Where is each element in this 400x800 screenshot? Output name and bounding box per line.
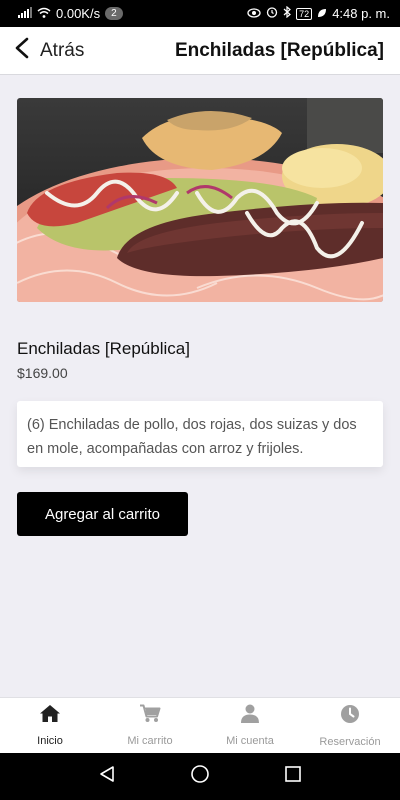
battery-indicator: 72 (296, 7, 313, 20)
status-left: 0.00K/s 2 (18, 6, 123, 21)
back-button[interactable]: Atrás (14, 37, 84, 64)
circle-home-icon (190, 764, 210, 789)
product-description: (6) Enchiladas de pollo, dos rojas, dos … (27, 417, 357, 457)
square-recents-icon (284, 765, 302, 788)
page-title: Enchiladas [República] (174, 39, 384, 61)
bluetooth-icon (283, 5, 292, 21)
nav-item-mi-carrito[interactable]: Mi carrito (100, 698, 200, 753)
triangle-back-icon (98, 765, 116, 788)
clock-time: 4:48 p. m. (332, 6, 390, 21)
chevron-left-icon (14, 37, 30, 64)
system-back-button[interactable] (87, 757, 127, 797)
system-nav-bar (0, 753, 400, 800)
signal-icon (18, 6, 32, 21)
status-right: 72 4:48 p. m. (247, 5, 390, 21)
alarm-icon (266, 6, 278, 21)
back-label: Atrás (40, 39, 85, 61)
wifi-icon (37, 6, 51, 21)
cart-icon (139, 704, 161, 728)
system-home-button[interactable] (180, 757, 220, 797)
nav-label-mi-carrito: Mi carrito (127, 735, 173, 747)
home-icon (39, 704, 61, 728)
nav-label-reservacion: Reservación (319, 735, 381, 748)
net-speed: 0.00K/s (56, 6, 101, 21)
product-image (17, 98, 383, 302)
clock-icon (340, 704, 360, 729)
nav-item-reservacion[interactable]: Reservación (300, 698, 400, 753)
bottom-nav: Inicio Mi carrito Mi cuenta Reservación (0, 697, 400, 753)
nav-label-inicio: Inicio (37, 735, 63, 747)
nav-label-mi-cuenta: Mi cuenta (226, 735, 274, 747)
product-price: $169.00 (17, 365, 68, 381)
eye-icon (247, 6, 261, 21)
status-bar: 0.00K/s 2 72 4:48 p. m. (0, 0, 400, 27)
top-header: Atrás Enchiladas [República] (0, 27, 400, 75)
system-recents-button[interactable] (273, 757, 313, 797)
notification-badge: 2 (105, 7, 123, 20)
leaf-icon (317, 6, 327, 21)
nav-item-mi-cuenta[interactable]: Mi cuenta (200, 698, 300, 753)
user-icon (240, 704, 260, 728)
add-to-cart-button[interactable]: Agregar al carrito (17, 492, 188, 536)
product-name: Enchiladas [República] (17, 339, 190, 358)
description-card: (6) Enchiladas de pollo, dos rojas, dos … (17, 401, 383, 467)
nav-item-inicio[interactable]: Inicio (0, 698, 100, 753)
